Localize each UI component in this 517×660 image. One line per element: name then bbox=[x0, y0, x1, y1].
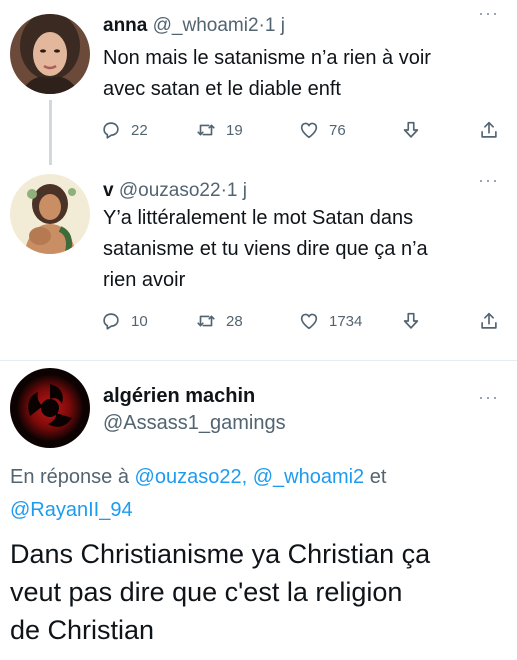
reply-context: En réponse à @ouzaso22, @_whoami2 et @Ra… bbox=[10, 461, 480, 527]
mention-link[interactable]: @ouzaso22, bbox=[135, 466, 248, 488]
main-tweet-text: Dans Christianisme ya Christian ça veut … bbox=[10, 535, 510, 649]
tweet-text-line: Dans Christianisme ya Christian ça bbox=[10, 539, 431, 569]
main-tweet: algérien machin @Assass1_gamings ··· En … bbox=[0, 0, 517, 660]
reply-prefix: En réponse à bbox=[10, 466, 129, 488]
main-display-name[interactable]: algérien machin bbox=[103, 385, 255, 408]
main-user-handle[interactable]: @Assass1_gamings bbox=[103, 412, 286, 435]
tweet-text-line: de Christian bbox=[10, 615, 155, 645]
reply-and: et bbox=[369, 466, 387, 488]
mention-link[interactable]: @_whoami2 bbox=[253, 466, 364, 488]
tweet-text-line: veut pas dire que c'est la religion bbox=[10, 577, 403, 607]
more-icon[interactable]: ··· bbox=[478, 388, 499, 406]
avatar-main[interactable] bbox=[10, 368, 90, 448]
mention-link[interactable]: @RayanII_94 bbox=[10, 499, 133, 521]
